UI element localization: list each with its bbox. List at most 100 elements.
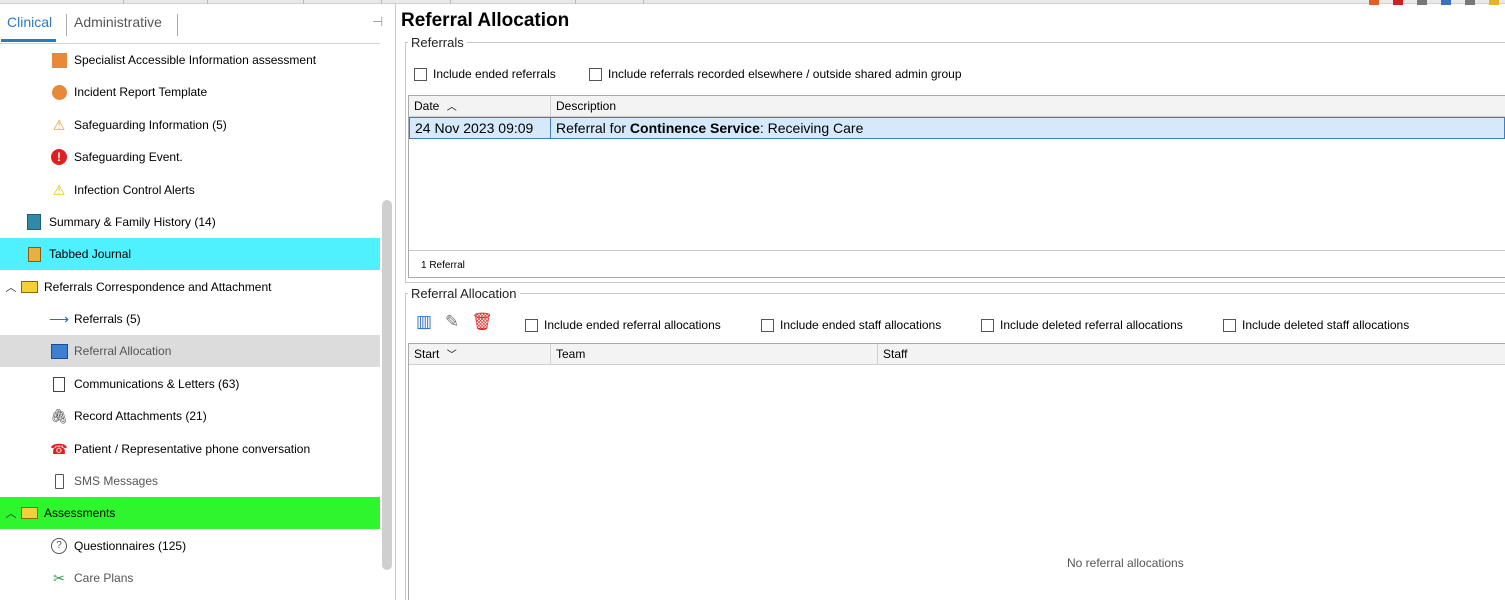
warning-icon: ⚠ <box>52 181 66 198</box>
tree-item-incident-report[interactable]: Incident Report Template <box>0 76 380 108</box>
tree-item-label: Incident Report Template <box>74 85 208 99</box>
checkbox-box[interactable] <box>589 67 602 81</box>
description-service: Continence Service <box>629 120 760 136</box>
checkbox-label: Include ended referrals <box>433 67 556 81</box>
tab-divider <box>177 14 178 36</box>
tree-scrollbar[interactable] <box>382 200 392 570</box>
column-header-label: Date <box>414 99 440 113</box>
pin-icon[interactable]: ⊣ <box>372 14 383 30</box>
column-header-staff[interactable]: Staff <box>878 344 1505 364</box>
allocation-toolbar: ▥ ✎ 🗑 <box>413 311 513 335</box>
tree-item-label: Referrals (5) <box>74 312 141 326</box>
tree-item-assessments-folder[interactable]: ︿ Assessments <box>0 497 380 529</box>
sort-descending-icon: ﹀ <box>446 350 457 361</box>
tree-item-summary[interactable]: Summary & Family History (14) <box>0 206 380 238</box>
tree-item-label: Safeguarding Information (5) <box>74 118 227 132</box>
summary-icon <box>25 213 43 231</box>
phone-icon: ☎ <box>50 440 68 457</box>
folder-icon <box>20 278 38 296</box>
tree-item-label: Infection Control Alerts <box>74 183 195 197</box>
tree-item-communications[interactable]: Communications & Letters (63) <box>0 368 380 400</box>
tree-item-label: Tabbed Journal <box>49 247 132 261</box>
tab-divider <box>66 14 67 36</box>
table-header: Start ﹀ Team Staff <box>409 344 1505 365</box>
include-deleted-referral-allocations-checkbox[interactable]: Include deleted referral allocations <box>981 318 1183 332</box>
tree-item-label: Specialist Accessible Information assess… <box>74 53 317 67</box>
tree-item-label: Patient / Representative phone conversat… <box>74 442 311 456</box>
include-ended-staff-allocations-checkbox[interactable]: Include ended staff allocations <box>761 318 941 332</box>
arrow-right-icon: ⟶ <box>48 310 70 327</box>
checkbox-box[interactable] <box>761 318 774 332</box>
allocation-icon <box>50 342 68 360</box>
table-header: Date ︿ Description <box>409 96 1505 117</box>
column-header-label: Description <box>556 99 617 113</box>
column-header-label: Start <box>414 347 440 361</box>
column-header-start[interactable]: Start ﹀ <box>409 344 551 364</box>
tree-item-label: Assessments <box>44 506 116 520</box>
tab-administrative[interactable]: Administrative <box>74 14 162 30</box>
column-header-team[interactable]: Team <box>551 344 878 364</box>
checkbox-box[interactable] <box>525 318 538 332</box>
add-allocation-icon[interactable]: ▥ <box>413 311 435 333</box>
checkbox-box[interactable] <box>414 67 427 81</box>
journal-icon <box>25 245 43 263</box>
include-elsewhere-referrals-checkbox[interactable]: Include referrals recorded elsewhere / o… <box>589 67 962 81</box>
tab-clinical[interactable]: Clinical <box>0 14 57 42</box>
orange-circle-icon <box>50 83 68 101</box>
tree-item-label: Referral Allocation <box>74 344 172 358</box>
tree-item-referrals[interactable]: ⟶ Referrals (5) <box>0 303 380 335</box>
tree-item-infection-control[interactable]: ⚠ Infection Control Alerts <box>0 174 380 206</box>
include-ended-referrals-checkbox[interactable]: Include ended referrals <box>414 67 556 81</box>
tree-item-tabbed-journal[interactable]: Tabbed Journal <box>0 238 380 270</box>
include-ended-referral-allocations-checkbox[interactable]: Include ended referral allocations <box>525 318 721 332</box>
tree-item-label: Summary & Family History (14) <box>49 215 216 229</box>
checkbox-label: Include ended staff allocations <box>780 318 942 332</box>
navigation-panel: Clinical Administrative ⊣ Specialist Acc… <box>0 4 396 600</box>
tree-item-label: Care Plans <box>74 571 134 585</box>
table-row[interactable]: 24 Nov 2023 09:09 Referral for Continenc… <box>409 117 1505 139</box>
panel-tabs: Clinical Administrative ⊣ <box>0 4 383 44</box>
column-header-label: Team <box>556 347 586 361</box>
tree-item-sms[interactable]: SMS Messages <box>0 465 380 497</box>
sort-ascending-icon: ︿ <box>446 102 457 113</box>
main-content: Referral Allocation Referrals Include en… <box>397 4 1505 600</box>
tree-item-referrals-folder[interactable]: ︿ Referrals Correspondence and Attachmen… <box>0 271 380 303</box>
tree-item-label: Safeguarding Event. <box>74 150 183 164</box>
column-header-date[interactable]: Date ︿ <box>409 96 551 116</box>
page-title: Referral Allocation <box>401 10 570 31</box>
checkbox-box[interactable] <box>1223 318 1236 332</box>
empty-state-message: No referral allocations <box>1067 556 1184 570</box>
tree-item-attachments[interactable]: 🖇 Record Attachments (21) <box>0 400 380 432</box>
tree-item-phone-conversation[interactable]: ☎ Patient / Representative phone convers… <box>0 433 380 465</box>
column-header-label: Staff <box>883 347 908 361</box>
tree-item-questionnaires[interactable]: ? Questionnaires (125) <box>0 530 380 562</box>
document-icon <box>50 375 68 393</box>
care-plans-icon: ✂ <box>53 569 65 586</box>
tree-item-referral-allocation[interactable]: Referral Allocation <box>0 335 380 367</box>
referral-allocation-legend: Referral Allocation <box>411 286 517 301</box>
tree-item-care-plans[interactable]: ✂ Care Plans <box>0 562 380 594</box>
tree-item-label: Communications & Letters (63) <box>74 377 240 391</box>
table-footer-count: 1 Referral <box>409 250 1505 277</box>
tree-item-safeguarding-info[interactable]: ⚠ Safeguarding Information (5) <box>0 109 380 141</box>
orange-square-icon <box>50 51 68 69</box>
tree-item-specialist-assessment[interactable]: Specialist Accessible Information assess… <box>0 44 380 76</box>
tree-item-safeguarding-event[interactable]: ! Safeguarding Event. <box>0 141 380 173</box>
cell-description: Referral for Continence Service: Receivi… <box>551 118 863 138</box>
referrals-legend: Referrals <box>411 35 464 50</box>
paperclip-icon: 🖇 <box>50 407 68 424</box>
safeguarding-icon: ⚠ <box>52 116 66 133</box>
tree-item-label: SMS Messages <box>74 474 159 488</box>
checkbox-box[interactable] <box>981 318 994 332</box>
question-icon: ? <box>50 537 68 555</box>
chevron-up-icon[interactable]: ︿ <box>4 279 18 295</box>
folder-icon <box>20 504 38 522</box>
delete-bin-icon[interactable]: 🗑 <box>471 311 493 333</box>
column-header-description[interactable]: Description <box>551 96 1505 116</box>
chevron-up-icon[interactable]: ︿ <box>4 505 18 521</box>
checkbox-label: Include deleted staff allocations <box>1242 318 1410 332</box>
referrals-table: Date ︿ Description 24 Nov 2023 09:09 Ref… <box>408 95 1505 278</box>
include-deleted-staff-allocations-checkbox[interactable]: Include deleted staff allocations <box>1223 318 1409 332</box>
edit-pencil-icon[interactable]: ✎ <box>441 311 463 333</box>
tree-item-label: Record Attachments (21) <box>74 409 207 423</box>
